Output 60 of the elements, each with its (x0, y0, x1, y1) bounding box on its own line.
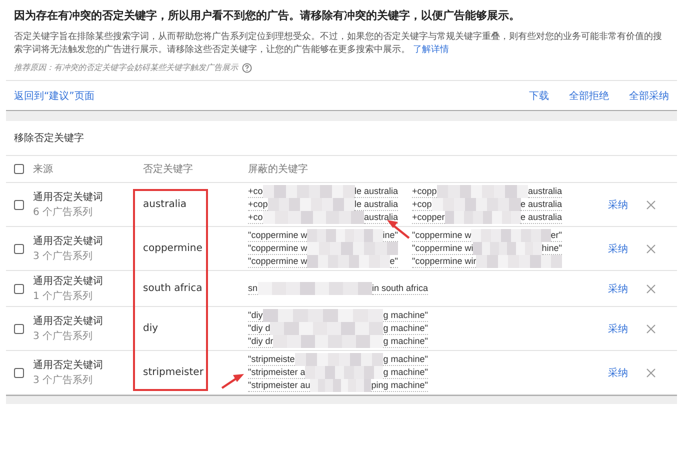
accept-link[interactable]: 采纳 (608, 368, 628, 378)
row-checkbox[interactable] (14, 324, 24, 334)
row-checkbox[interactable] (14, 244, 24, 254)
close-icon[interactable] (646, 368, 656, 378)
source-text: 通用否定关键词 (33, 358, 104, 372)
keyword-end: g machine" (383, 354, 428, 366)
notice-title: 因为存在有冲突的否定关键字，所以用户看不到您的广告。请移除有冲突的关键字，以便广告能够展示。 (14, 8, 521, 23)
keyword-end: g machine" (383, 366, 428, 378)
accept-link[interactable]: 采纳 (608, 324, 628, 334)
accept-link[interactable]: 采纳 (608, 284, 628, 294)
close-icon[interactable] (646, 324, 656, 334)
close-icon[interactable] (646, 284, 656, 294)
keyword-end: e" (390, 256, 398, 268)
pixelated-patch (310, 379, 372, 392)
learn-more-link[interactable]: 了解详情 (412, 45, 449, 55)
action-link[interactable]: 全部采纳 (629, 89, 669, 103)
keyword-end: g machine" (383, 336, 428, 348)
close-icon[interactable] (646, 244, 656, 254)
negative-keyword: south africa (143, 283, 202, 294)
keyword-end: g machine" (383, 322, 428, 334)
source-text: 通用否定关键词 (33, 314, 104, 328)
keyword-end: in south africa (372, 282, 428, 294)
campaign-count: 3 个广告系列 (33, 330, 94, 343)
row-checkbox[interactable] (14, 284, 24, 294)
row-checkbox[interactable] (14, 200, 24, 210)
campaign-count: 6 个广告系列 (33, 206, 94, 219)
description-text: 否定关键字旨在排除某些搜索字词，从而帮助您将广告系列定位到理想受众。不过，如果您的否定关键字与常规关键字重叠，则有些对您的业务可能非常有价值的搜索字词将无法触发您的广告进行展示。请移除这些否定关键字，让您的广告能够在更多搜索中展示。 了解详情 (14, 31, 663, 57)
keyword-end: e australia (520, 212, 562, 224)
pixelated-patch (473, 242, 542, 255)
select-all-checkbox[interactable] (14, 164, 24, 174)
section-title: 移除否定关键字 (6, 121, 677, 156)
keyword-end: le australia (354, 186, 398, 198)
back-link[interactable]: 返回到“建议”页面 (14, 89, 94, 103)
negative-keyword: australia (143, 199, 187, 210)
column-header: 否定关键字 (143, 164, 193, 175)
keyword-end: australia (528, 186, 562, 198)
negative-keyword: diy (143, 323, 158, 334)
keyword-end: er" (550, 230, 562, 242)
keyword-end: e australia (520, 198, 562, 210)
campaign-count: 3 个广告系列 (33, 250, 94, 263)
arrow-drawing (221, 373, 245, 389)
close-icon[interactable] (646, 200, 656, 210)
column-header: 屏蔽的关键字 (248, 162, 308, 176)
negative-keyword: coppermine (143, 243, 202, 254)
negative-keyword: stripmeister (143, 367, 204, 378)
accept-link[interactable]: 采纳 (608, 200, 628, 210)
column-header: 来源 (33, 164, 53, 175)
help-icon[interactable] (242, 62, 252, 72)
keyword-end: g machine" (383, 310, 428, 322)
source-text: 通用否定关键词 (33, 274, 104, 288)
keyword-end: ping machine" (371, 380, 428, 392)
campaign-count: 1 个广告系列 (33, 290, 94, 303)
row-checkbox[interactable] (14, 368, 24, 378)
campaign-count: 3 个广告系列 (33, 374, 94, 387)
accept-link[interactable]: 采纳 (608, 244, 628, 254)
action-link[interactable]: 全部拒绝 (569, 89, 609, 103)
source-text: 通用否定关键词 (33, 234, 104, 248)
action-link[interactable]: 下载 (529, 89, 549, 103)
reason-text: 推荐原因：有冲突的否定关键字会妨碍某些关键字触发广告展示 (14, 62, 238, 73)
source-text: 通用否定关键词 (33, 190, 104, 204)
